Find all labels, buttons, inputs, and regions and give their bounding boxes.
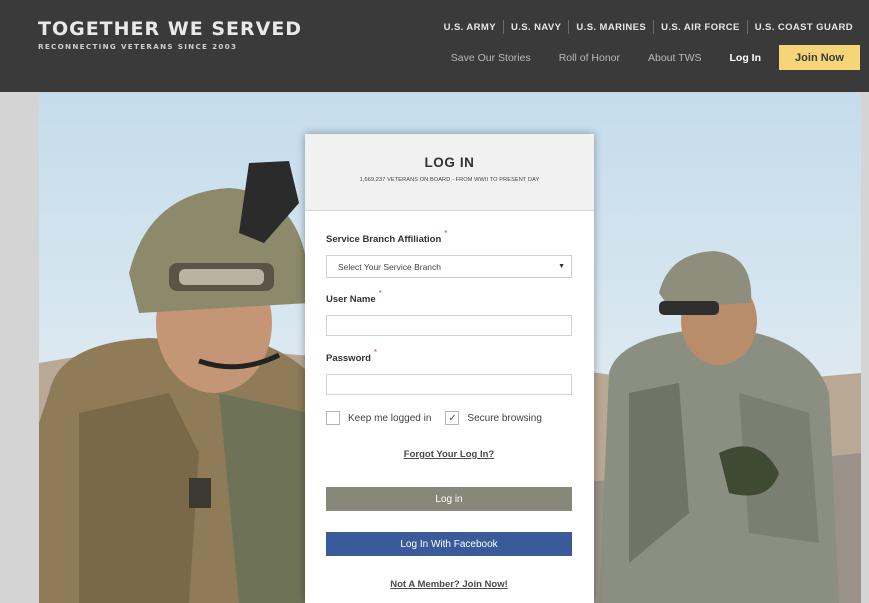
branch-link-coast-guard[interactable]: U.S. COAST GUARD bbox=[748, 22, 860, 33]
branch-link-army[interactable]: U.S. ARMY bbox=[437, 22, 503, 33]
username-label: User Name bbox=[326, 294, 376, 305]
branch-label: Service Branch Affiliation bbox=[326, 234, 442, 245]
login-title: LOG IN bbox=[424, 155, 475, 170]
login-card: LOG IN 1,669,237 VETERANS ON BOARD - FRO… bbox=[305, 134, 594, 603]
site-logo[interactable]: TOGETHER WE SERVED RECONNECTING VETERANS… bbox=[38, 18, 302, 51]
required-asterisk: * bbox=[373, 348, 378, 357]
password-input[interactable] bbox=[326, 374, 572, 395]
join-now-button[interactable]: Join Now bbox=[779, 45, 860, 70]
keep-logged-in-label: Keep me logged in bbox=[348, 412, 432, 424]
username-field: User Name* bbox=[326, 289, 572, 336]
password-label: Password bbox=[326, 353, 371, 364]
login-button[interactable]: Log in bbox=[326, 487, 572, 511]
brand-title: TOGETHER WE SERVED bbox=[38, 18, 303, 40]
login-form: Service Branch Affiliation* Select Your … bbox=[326, 229, 572, 590]
nav-about[interactable]: About TWS bbox=[648, 52, 702, 64]
branch-select[interactable]: Select Your Service Branch ▼ bbox=[326, 255, 572, 278]
checkmark-icon: ✓ bbox=[448, 412, 457, 424]
required-asterisk: * bbox=[378, 289, 382, 298]
keep-logged-in-checkbox[interactable] bbox=[326, 411, 340, 425]
forgot-login-link[interactable]: Forgot Your Log In? bbox=[326, 449, 572, 460]
nav-roll-of-honor[interactable]: Roll of Honor bbox=[559, 52, 620, 64]
secure-browsing-label: Secure browsing bbox=[467, 412, 542, 424]
veteran-count-subtitle: 1,669,237 VETERANS ON BOARD - FROM WWII … bbox=[359, 177, 540, 183]
login-card-header: LOG IN 1,669,237 VETERANS ON BOARD - FRO… bbox=[305, 134, 594, 211]
nav-login[interactable]: Log In bbox=[730, 52, 762, 64]
facebook-login-button[interactable]: Log In With Facebook bbox=[326, 532, 572, 556]
branch-nav: U.S. ARMY U.S. NAVY U.S. MARINES U.S. AI… bbox=[437, 20, 860, 34]
main-nav: Save Our Stories Roll of Honor About TWS… bbox=[423, 45, 860, 70]
branch-link-marines[interactable]: U.S. MARINES bbox=[569, 22, 653, 33]
site-header: TOGETHER WE SERVED RECONNECTING VETERANS… bbox=[0, 0, 869, 92]
username-input[interactable] bbox=[326, 315, 572, 336]
required-asterisk: * bbox=[444, 229, 448, 238]
branch-link-air-force[interactable]: U.S. AIR FORCE bbox=[654, 22, 747, 33]
password-field: Password* bbox=[326, 348, 572, 395]
branch-select-value: Select Your Service Branch bbox=[338, 261, 442, 272]
checkbox-row: Keep me logged in ✓ Secure browsing bbox=[326, 411, 572, 425]
chevron-down-icon: ▼ bbox=[558, 263, 565, 270]
secure-browsing-checkbox[interactable]: ✓ bbox=[445, 411, 460, 425]
branch-field: Service Branch Affiliation* Select Your … bbox=[326, 229, 572, 278]
brand-tagline: RECONNECTING VETERANS SINCE 2003 bbox=[38, 42, 238, 51]
nav-save-our-stories[interactable]: Save Our Stories bbox=[451, 52, 531, 64]
branch-link-navy[interactable]: U.S. NAVY bbox=[504, 22, 568, 33]
join-now-link[interactable]: Not A Member? Join Now! bbox=[326, 579, 572, 590]
